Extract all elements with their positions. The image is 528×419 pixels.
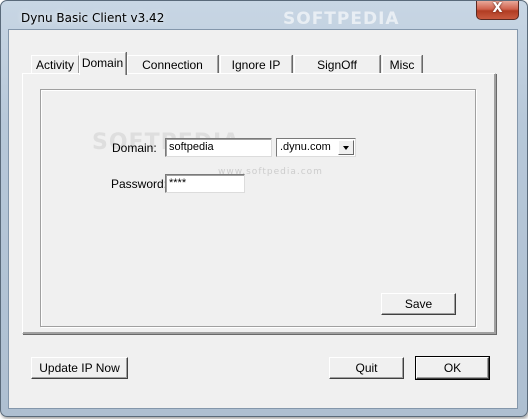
- close-icon: X: [492, 1, 503, 16]
- tab-misc[interactable]: Misc: [382, 55, 422, 74]
- domain-label: Domain:: [112, 141, 157, 155]
- tab-connection-type[interactable]: Connection Type: [127, 55, 218, 91]
- ok-button[interactable]: OK: [415, 356, 490, 380]
- update-ip-now-button[interactable]: Update IP Now: [31, 357, 128, 379]
- window-title: Dynu Basic Client v3.42: [21, 11, 165, 25]
- domain-suffix-select[interactable]: .dynu.com: [276, 138, 356, 157]
- tab-ignore-ip-list[interactable]: Ignore IP List: [220, 55, 292, 91]
- watermark-title: SOFTPEDIA: [283, 9, 400, 29]
- password-label: Password:: [111, 177, 168, 191]
- domain-suffix-value: .dynu.com: [280, 141, 331, 153]
- tab-signoff-settings[interactable]: SignOff Settings: [294, 55, 380, 91]
- chevron-down-icon[interactable]: [338, 140, 354, 155]
- title-bar[interactable]: Dynu Basic Client v3.42 SOFTPEDIA X: [1, 1, 527, 31]
- tab-domain-active[interactable]: Domain: [79, 52, 126, 75]
- password-input[interactable]: ****: [165, 174, 245, 193]
- domain-input[interactable]: softpedia: [165, 138, 272, 157]
- domain-group: [40, 89, 476, 327]
- close-button[interactable]: X: [476, 1, 519, 20]
- save-button[interactable]: Save: [381, 293, 456, 315]
- quit-button[interactable]: Quit: [329, 357, 404, 379]
- tab-activity[interactable]: Activity: [31, 55, 79, 74]
